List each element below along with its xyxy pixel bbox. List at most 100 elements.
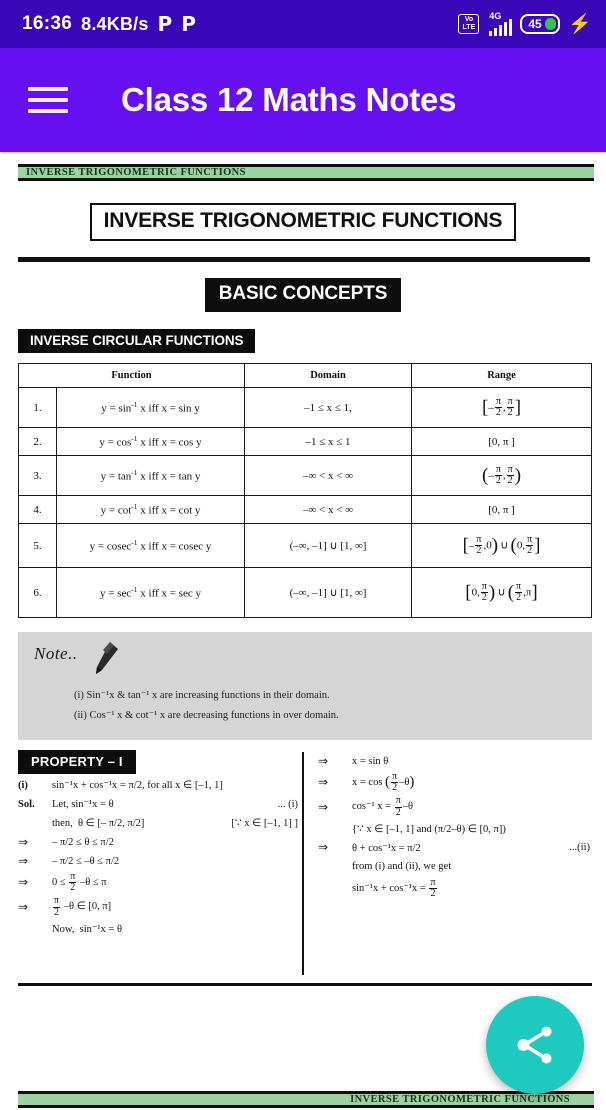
bottom-rule-divider xyxy=(18,983,592,986)
cell-domain: –1 ≤ x ≤ 1 xyxy=(244,427,413,456)
main-title-text: INVERSE TRIGONOMETRIC FUNCTIONS xyxy=(89,203,517,241)
cell-index: 3. xyxy=(18,455,57,496)
note-line-1: (i) Sin⁻¹x & tan⁻¹ x are increasing func… xyxy=(74,690,330,701)
cell-domain: –1 ≤ x ≤ 1, xyxy=(244,387,413,428)
note-callout: Note.. (i) Sin⁻¹x & tan⁻¹ x are increasi… xyxy=(18,632,592,740)
line-lead: (i) xyxy=(18,779,28,791)
battery-fill xyxy=(545,18,557,30)
line-body: θ + cos⁻¹x = π/2 xyxy=(352,842,421,854)
column-header-domain: Domain xyxy=(244,363,413,388)
line-body: π2 –θ ∈ [0, π] xyxy=(53,895,112,918)
property-left-line-1: (i) sin⁻¹x + cos⁻¹x = π/2, for all x ∈ [–… xyxy=(18,777,298,793)
basic-concepts-heading: BASIC CONCEPTS xyxy=(0,278,606,312)
line-body: – π/2 ≤ –θ ≤ π/2 xyxy=(52,855,120,867)
volte-label-bottom: LTE xyxy=(462,24,476,31)
property-column-divider xyxy=(302,752,304,975)
table-row: 4. y = cot-1 x iff x = cot y –∞ < x < ∞ [0,… xyxy=(18,495,593,524)
cell-range: (– π 2, π 2) xyxy=(411,455,593,496)
line-body: 0 ≤ π2 –θ ≤ π xyxy=(52,871,107,894)
section-chip-label: BASIC CONCEPTS xyxy=(204,278,402,312)
volte-icon: Vo LTE xyxy=(458,14,480,34)
double-rule-divider xyxy=(18,257,590,262)
column-header-function: Function xyxy=(17,363,246,388)
status-bar-left: 16:36 8.4KB/s P P xyxy=(22,13,196,35)
cell-range: [0, π 2) ∪ (π 2 ,π] xyxy=(411,567,593,618)
network-type-label: 4G xyxy=(489,11,502,21)
hamburger-menu-icon[interactable] xyxy=(28,87,68,113)
property-left-line-8: Now, sin⁻¹x = θ xyxy=(18,921,298,937)
cell-domain: –∞ < x < ∞ xyxy=(244,455,413,496)
line-tail: ... (i) xyxy=(277,798,298,810)
property-right-line-6: from (i) and (ii), we get xyxy=(318,859,590,875)
cell-domain: –∞ < x < ∞ xyxy=(244,495,413,524)
line-lead: ⇒ xyxy=(18,875,29,890)
property-right-column: ⇒ x = sin θ ⇒ x = cos (π 2 –θ) ⇒ cos⁻¹ x = π 2 –θ… xyxy=(318,750,590,899)
column-header-range: Range xyxy=(411,363,593,388)
network-speed-indicator: 8.4KB/s xyxy=(81,13,149,34)
inverse-circular-functions-table: Function Domain Range 1. y = sin-1 x iff … xyxy=(17,363,593,618)
property-right-line-1: ⇒ x = sin θ xyxy=(318,753,590,769)
cell-function: y = cosec-1 x iff x = cosec y xyxy=(55,523,246,568)
property-left-line-4: ⇒ – π/2 ≤ θ ≤ π/2 xyxy=(18,834,298,850)
line-lead: ⇒ xyxy=(18,899,29,914)
document-viewer[interactable]: INVERSE TRIGONOMETRIC FUNCTIONS INVERSE … xyxy=(0,164,606,1110)
property-right-line-7: sin⁻¹x + cos⁻¹x = π2 xyxy=(318,876,590,899)
line-body: x = cos (π 2 –θ) xyxy=(352,771,415,794)
status-bar: 16:36 8.4KB/s P P Vo LTE 4G 45 ⚡ xyxy=(0,0,606,48)
cell-range: [0, π ] xyxy=(411,495,593,524)
document-main-title: INVERSE TRIGONOMETRIC FUNCTIONS xyxy=(0,203,606,241)
line-body: sin⁻¹x + cos⁻¹x = π2 xyxy=(352,876,437,899)
line-body: from (i) and (ii), we get xyxy=(352,861,452,873)
table-header-row: Function Domain Range xyxy=(17,363,593,388)
page-title: Class 12 Maths Notes xyxy=(121,81,457,118)
cell-index: 2. xyxy=(18,427,57,456)
line-lead: ⇒ xyxy=(318,775,329,790)
line-body: cos⁻¹ x = π 2 –θ xyxy=(352,795,414,818)
note-label: Note.. xyxy=(34,644,78,663)
property-left-line-5: ⇒ – π/2 ≤ –θ ≤ π/2 xyxy=(18,853,298,869)
line-lead: ⇒ xyxy=(318,799,329,814)
note-line-2: (ii) Cos⁻¹ x & cot⁻¹ x are decreasing fu… xyxy=(74,710,339,721)
pencil-icon xyxy=(96,642,118,674)
share-icon xyxy=(517,1026,552,1064)
app-notification-icon-2: P xyxy=(181,12,196,36)
volte-label-top: Vo xyxy=(464,16,474,23)
cell-index: 4. xyxy=(18,495,57,524)
battery-icon: 45 xyxy=(520,14,561,34)
battery-percent-label: 45 xyxy=(528,17,542,31)
property-right-lines: ⇒ x = sin θ ⇒ x = cos (π 2 –θ) ⇒ cos⁻¹ x = π 2 –θ… xyxy=(318,753,590,899)
table-row: 2. y = cos-1 x iff x = cos y –1 ≤ x ≤ 1 [0,… xyxy=(18,427,593,456)
property-right-line-3: ⇒ cos⁻¹ x = π 2 –θ xyxy=(318,795,590,818)
table-body: 1. y = sin-1 x iff x = sin y –1 ≤ x ≤ 1, [–… xyxy=(18,387,593,618)
note-body: (i) Sin⁻¹x & tan⁻¹ x are increasing func… xyxy=(74,686,592,726)
line-tail: [∵ x ∈ [–1, 1] ] xyxy=(231,818,298,829)
line-lead: ⇒ xyxy=(18,834,29,849)
table-row: 1. y = sin-1 x iff x = sin y –1 ≤ x ≤ 1, [–… xyxy=(18,387,593,428)
app-bar: Class 12 Maths Notes xyxy=(0,48,606,152)
line-body: sin⁻¹x + cos⁻¹x = π/2, for all x ∈ [–1, … xyxy=(52,780,223,791)
cell-index: 5. xyxy=(18,523,57,568)
status-clock: 16:36 xyxy=(22,13,73,34)
cell-function: y = sin-1 x iff x = sin y xyxy=(55,387,246,428)
cell-function: y = cos-1 x iff x = cos y xyxy=(55,427,246,456)
running-header-text: INVERSE TRIGONOMETRIC FUNCTIONS xyxy=(26,167,246,178)
line-body: x = sin θ xyxy=(352,755,389,767)
document-footer: INVERSE TRIGONOMETRIC FUNCTIONS xyxy=(0,1091,606,1108)
line-tail: ...(ii) xyxy=(569,842,590,854)
line-lead: ⇒ xyxy=(318,753,329,768)
cell-range: [– π 2,0) ∪ (0, π 2] xyxy=(411,523,593,568)
charging-bolt-icon: ⚡ xyxy=(568,13,592,35)
cell-function: y = cot-1 x iff x = cot y xyxy=(55,495,246,524)
line-body: Let, sin⁻¹x = θ xyxy=(52,799,114,810)
share-button[interactable] xyxy=(486,996,584,1094)
cell-range: [– π 2, π 2] xyxy=(411,387,593,428)
property-left-line-3: then, θ ∈ [– π/2, π/2] [∵ x ∈ [–1, 1] ] xyxy=(18,815,298,831)
running-footer-text: INVERSE TRIGONOMETRIC FUNCTIONS xyxy=(350,1094,570,1105)
table-row: 3. y = tan-1 x iff x = tan y –∞ < x < ∞ (– π… xyxy=(18,455,593,496)
line-body: Now, sin⁻¹x = θ xyxy=(52,923,123,935)
line-lead: Sol. xyxy=(18,798,35,810)
property-chip-label: PROPERTY – I xyxy=(18,750,136,774)
line-lead: ⇒ xyxy=(318,840,329,855)
document-running-header: INVERSE TRIGONOMETRIC FUNCTIONS xyxy=(18,164,594,181)
property-right-line-5: ⇒ θ + cos⁻¹x = π/2 ...(ii) xyxy=(318,840,590,856)
